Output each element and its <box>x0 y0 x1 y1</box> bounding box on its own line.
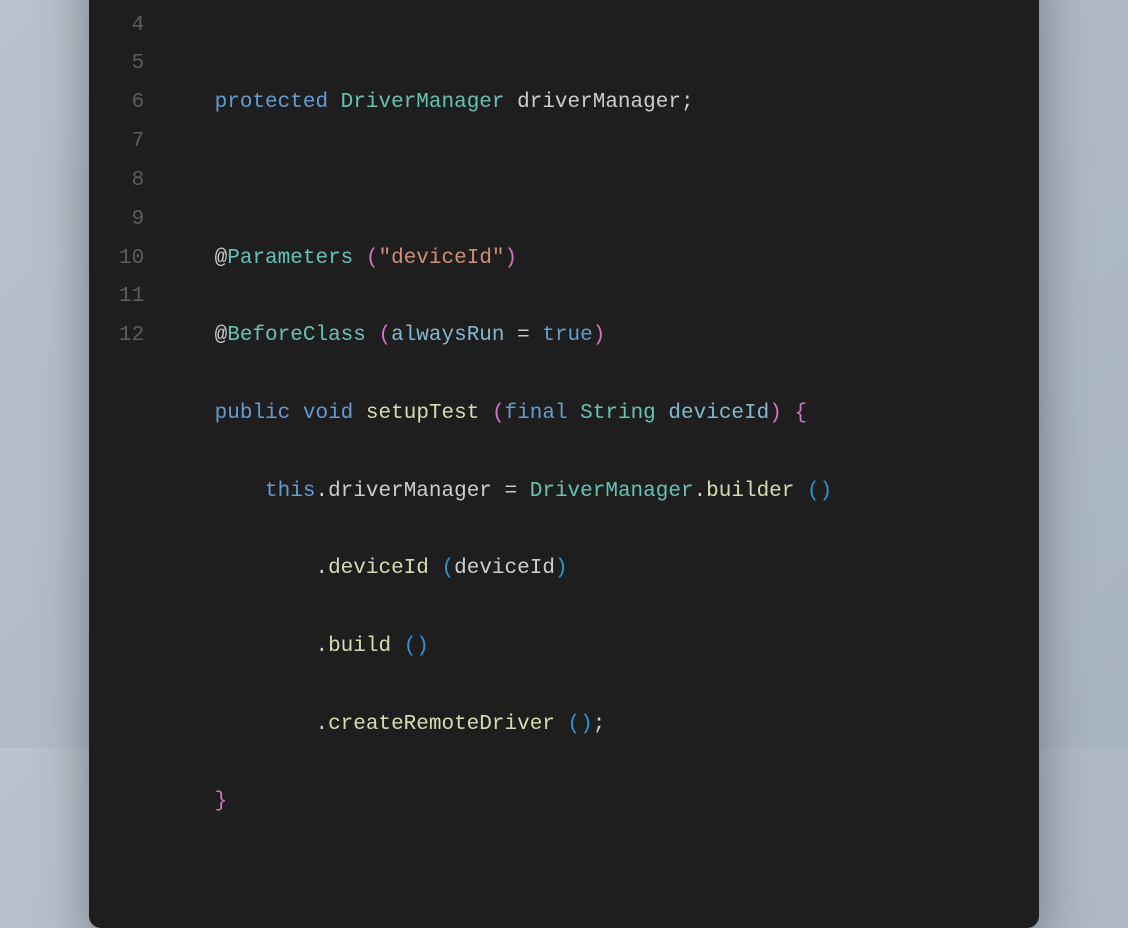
code-line: .createRemoteDriver (); <box>164 706 832 745</box>
code-area: 1 2 3 4 5 6 7 8 9 10 11 12 public class … <box>119 0 1009 900</box>
line-number: 5 <box>119 45 144 84</box>
code-content[interactable]: public class BaseTest { protected Driver… <box>164 0 832 900</box>
line-number: 6 <box>119 84 144 123</box>
line-numbers-gutter: 1 2 3 4 5 6 7 8 9 10 11 12 <box>119 0 164 900</box>
code-line: .deviceId (deviceId) <box>164 550 832 589</box>
code-line: this.driverManager = DriverManager.build… <box>164 473 832 512</box>
code-line: } <box>164 783 832 822</box>
line-number: 10 <box>119 240 144 279</box>
line-number: 7 <box>119 123 144 162</box>
code-line <box>164 7 832 46</box>
line-number: 11 <box>119 278 144 317</box>
editor-window: 1 2 3 4 5 6 7 8 9 10 11 12 public class … <box>89 0 1039 928</box>
code-line: @BeforeClass (alwaysRun = true) <box>164 317 832 356</box>
code-line <box>164 162 832 201</box>
code-line: protected DriverManager driverManager; <box>164 84 832 123</box>
line-number: 4 <box>119 7 144 46</box>
code-line: public void setupTest (final String devi… <box>164 395 832 434</box>
line-number: 12 <box>119 317 144 356</box>
code-line: .build () <box>164 628 832 667</box>
code-line: @Parameters ("deviceId") <box>164 240 832 279</box>
line-number: 9 <box>119 201 144 240</box>
line-number: 8 <box>119 162 144 201</box>
